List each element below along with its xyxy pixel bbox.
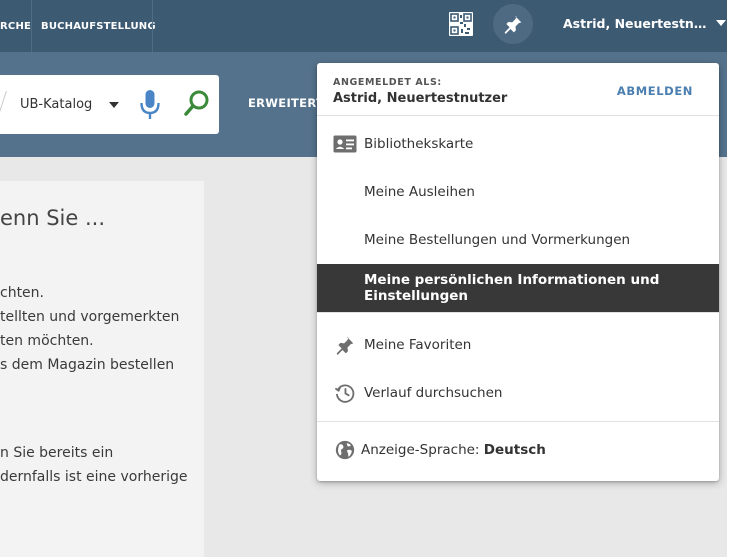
menu-item-label: Meine Favoriten (364, 337, 472, 353)
microphone-icon[interactable] (139, 89, 161, 121)
advanced-search-link[interactable]: ERWEITERT (248, 96, 324, 110)
menu-item-my-favorites[interactable]: Meine Favoriten (317, 321, 719, 369)
info-panel-line: ten möchten. (0, 333, 94, 349)
history-icon (332, 381, 358, 405)
info-panel-line: chten. (0, 285, 44, 301)
menu-divider (317, 312, 719, 313)
nav-link-search-partial[interactable]: RCHE (0, 0, 31, 52)
top-navigation-bar: RCHE BUCHAUFSTELLUNG Astrid, Neuertestn… (0, 0, 727, 52)
favorites-pin-button[interactable] (493, 4, 533, 44)
qr-code-button[interactable] (444, 8, 478, 40)
user-menu-toggle[interactable]: Astrid, Neuertestn… (563, 0, 727, 46)
menu-divider (317, 421, 719, 422)
menu-item-label: Verlauf durchsuchen (364, 385, 503, 401)
pin-icon (504, 15, 522, 34)
logged-in-user-name: Astrid, Neuertestnutzer (333, 91, 508, 106)
info-panel-line: s dem Magazin bestellen (0, 357, 175, 373)
info-panel-line: n Sie bereits ein (0, 445, 114, 461)
scope-dropdown-icon[interactable] (109, 102, 119, 108)
language-setting-text: Anzeige-Sprache: Deutsch (361, 442, 546, 458)
logout-button[interactable]: ABMELDEN (617, 84, 693, 98)
menu-item-label: Meine persönlichen Informationen und Ein… (364, 272, 660, 304)
menu-item-search-history[interactable]: Verlauf durchsuchen (317, 369, 719, 417)
nav-link-buchaufstellung[interactable]: BUCHAUFSTELLUNG (41, 0, 156, 52)
menu-item-my-requests[interactable]: Meine Bestellungen und Vormerkungen (317, 216, 719, 264)
language-label: Anzeige-Sprache: (361, 442, 484, 458)
menu-item-label: Meine Bestellungen und Vormerkungen (364, 232, 631, 248)
qr-code-icon (449, 12, 473, 36)
menu-item-my-loans[interactable]: Meine Ausleihen (317, 168, 719, 216)
search-input-edge[interactable] (0, 91, 7, 115)
language-value: Deutsch (483, 442, 546, 458)
search-box: UB-Katalog (0, 75, 219, 134)
page-scroll-gutter (727, 0, 744, 557)
menu-item-label: Bibliothekskarte (364, 136, 474, 152)
nav-separator (31, 0, 32, 52)
globe-icon (332, 438, 358, 462)
library-card-icon (332, 132, 358, 156)
info-panel-line: dernfalls ist eine vorherige (0, 469, 188, 485)
pin-icon (332, 333, 358, 357)
nav-separator (152, 0, 153, 52)
menu-item-personal-settings[interactable]: Meine persönlichen Informationen und Ein… (317, 264, 719, 312)
search-scope-select[interactable]: UB-Katalog (20, 75, 92, 134)
info-panel-line: tellten und vorgemerkten (0, 309, 180, 325)
info-panel-heading: enn Sie ... (0, 206, 105, 230)
search-icon[interactable] (183, 89, 211, 119)
menu-item-label: Meine Ausleihen (364, 184, 475, 200)
menu-item-display-language[interactable]: Anzeige-Sprache: Deutsch (317, 426, 719, 474)
user-menu-name: Astrid, Neuertestn… (563, 15, 707, 31)
logged-in-as-label: ANGEMELDET ALS: (333, 77, 442, 88)
user-dropdown-menu: ANGEMELDET ALS: Astrid, Neuertestnutzer … (317, 63, 719, 481)
chevron-down-icon (716, 20, 727, 26)
dropdown-header: ANGEMELDET ALS: Astrid, Neuertestnutzer … (317, 63, 719, 116)
menu-item-library-card[interactable]: Bibliothekskarte (317, 120, 719, 168)
